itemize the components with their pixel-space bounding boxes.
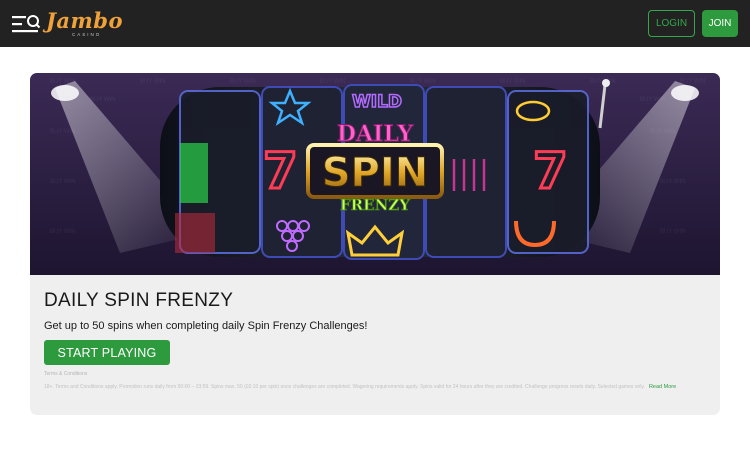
- svg-text:BUY WIN: BUY WIN: [230, 79, 256, 85]
- menu-search-icon[interactable]: [12, 13, 42, 35]
- promo-description: Get up to 50 spins when completing daily…: [44, 320, 368, 332]
- seven-symbol-right: 7: [533, 142, 568, 200]
- logo-subtext: CASINO: [72, 32, 102, 37]
- logo-text: Jambo: [46, 8, 123, 33]
- join-button[interactable]: JOIN: [702, 10, 738, 37]
- start-playing-button[interactable]: START PLAYING: [44, 340, 170, 365]
- svg-text:BUY WIN: BUY WIN: [500, 79, 526, 85]
- svg-text:FRENZY: FRENZY: [340, 196, 410, 214]
- wild-symbol: WILD: [352, 92, 402, 112]
- read-more-link[interactable]: Read More: [649, 384, 676, 390]
- login-button[interactable]: LOGIN: [648, 10, 695, 37]
- terms-text: 18+. Terms and Conditions apply. Promoti…: [44, 383, 709, 392]
- seven-symbol-left: 7: [263, 142, 298, 200]
- jambo-casino-logo[interactable]: Jambo CASINO: [46, 8, 126, 40]
- terms-title: Terms & Conditions: [44, 371, 88, 377]
- promo-banner-image[interactable]: BUY WIN BUY WIN BUY WIN BUY WIN BUY WIN BUY W…: [30, 73, 720, 275]
- svg-text:BUY WIN: BUY WIN: [140, 79, 166, 85]
- promo-title: DAILY SPIN FRENZY: [44, 290, 234, 311]
- promotion-card: BUY WIN BUY WIN BUY WIN BUY WIN BUY WIN BUY W…: [30, 73, 720, 415]
- svg-text:BUY WIN: BUY WIN: [90, 97, 116, 103]
- svg-text:BUY WIN: BUY WIN: [660, 179, 686, 185]
- svg-text:SPIN: SPIN: [322, 150, 428, 196]
- terms-body: 18+. Terms and Conditions apply. Promoti…: [44, 384, 645, 390]
- svg-text:BUY WIN: BUY WIN: [50, 179, 76, 185]
- top-navigation-bar: Jambo CASINO LOGIN JOIN: [0, 0, 750, 47]
- svg-text:BUY WIN: BUY WIN: [50, 229, 76, 235]
- svg-text:BUY WIN: BUY WIN: [320, 79, 346, 85]
- svg-text:BUY WIN: BUY WIN: [660, 229, 686, 235]
